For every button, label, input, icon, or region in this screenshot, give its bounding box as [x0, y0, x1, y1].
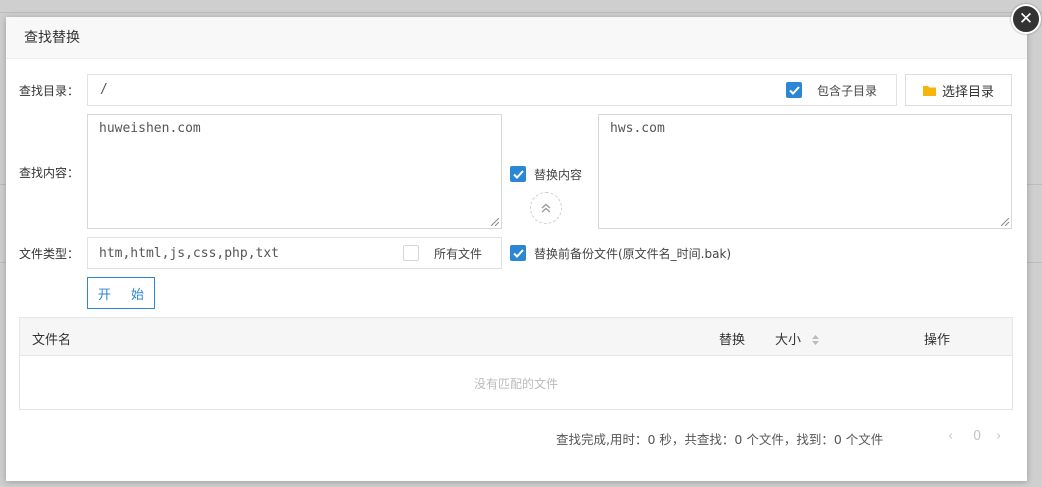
- empty-message: 没有匹配的文件: [473, 376, 558, 391]
- dialog-title: 查找替换: [6, 17, 1027, 59]
- swap-button[interactable]: [530, 192, 562, 224]
- page-number[interactable]: 0: [973, 429, 981, 444]
- replace-content-checkbox[interactable]: [510, 166, 526, 182]
- sort-icon: [812, 335, 820, 345]
- all-files-label: 所有文件: [434, 247, 483, 261]
- column-size-label: 大小: [775, 333, 802, 348]
- choose-dir-label: 选择目录: [941, 84, 994, 100]
- check-icon: [788, 85, 800, 95]
- start-button[interactable]: 开 始: [87, 277, 155, 309]
- filetype-label: 文件类型：: [19, 247, 80, 261]
- replace-textarea[interactable]: hws.com: [598, 114, 1012, 229]
- backdrop-divider: [0, 12, 1042, 13]
- check-icon: [512, 169, 524, 179]
- close-icon: ✕: [1018, 9, 1034, 29]
- column-size[interactable]: 大小: [775, 329, 820, 348]
- close-button[interactable]: ✕: [1011, 4, 1041, 34]
- dir-input[interactable]: /: [87, 74, 897, 106]
- replace-content-label: 替换内容: [534, 168, 583, 182]
- next-page-button[interactable]: ›: [996, 429, 1001, 444]
- double-chevron-up-icon: [541, 203, 551, 213]
- content-label: 查找内容：: [19, 166, 80, 180]
- table-header: 文件名 替换 大小 操作: [20, 318, 1012, 356]
- find-text: huweishen.com: [99, 121, 201, 136]
- backup-checkbox[interactable]: [510, 245, 526, 261]
- check-icon: [512, 248, 524, 258]
- dir-value: /: [100, 82, 108, 97]
- filetype-value: htm,html,js,css,php,txt: [99, 246, 280, 261]
- backup-label: 替换前备份文件(原文件名_时间.bak): [534, 247, 732, 261]
- folder-icon: [922, 85, 936, 96]
- column-actions: 操作: [924, 333, 951, 348]
- include-subdirs-checkbox[interactable]: [786, 82, 802, 98]
- column-replace: 替换: [719, 333, 746, 348]
- status-text: 查找完成,用时：0 秒，共查找：0 个文件，找到：0 个文件: [556, 432, 884, 447]
- find-replace-dialog: 查找替换 查找目录： / 包含子目录 选择目录 查找内容： huweishen.…: [6, 17, 1027, 481]
- resize-grip-icon[interactable]: [1001, 218, 1009, 226]
- resize-grip-icon[interactable]: [491, 218, 499, 226]
- include-subdirs-label: 包含子目录: [817, 84, 878, 98]
- results-table: 文件名 替换 大小 操作 没有匹配的文件: [19, 317, 1013, 410]
- choose-dir-button[interactable]: 选择目录: [905, 74, 1012, 106]
- column-filename: 文件名: [32, 333, 72, 348]
- replace-text: hws.com: [610, 121, 665, 136]
- all-files-checkbox[interactable]: [403, 245, 419, 261]
- find-textarea[interactable]: huweishen.com: [87, 114, 502, 229]
- dir-label: 查找目录：: [19, 84, 80, 98]
- prev-page-button[interactable]: ‹: [948, 429, 953, 444]
